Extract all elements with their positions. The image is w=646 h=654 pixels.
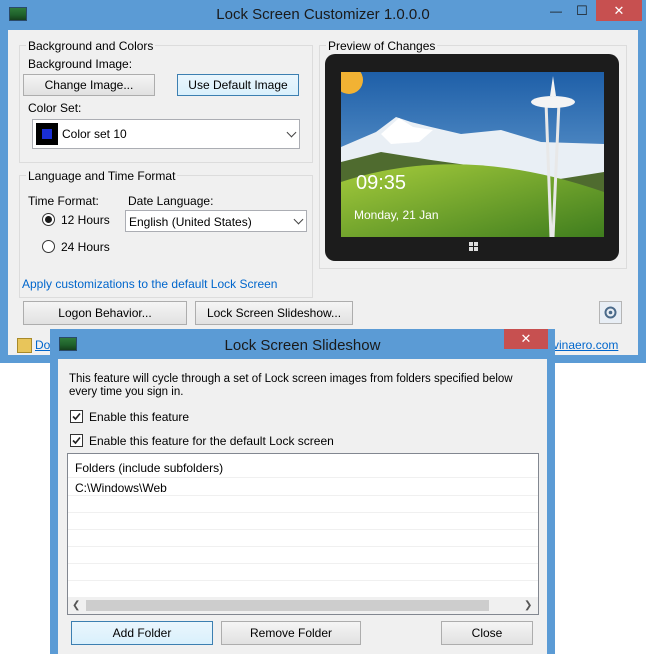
dialog-titlebar[interactable]: Lock Screen Slideshow ✕ — [50, 329, 555, 359]
row-divider — [68, 563, 538, 564]
windows-logo-icon — [469, 240, 478, 251]
color-set-swatch — [36, 123, 58, 145]
remove-folder-button[interactable]: Remove Folder — [221, 621, 361, 645]
main-window: Lock Screen Customizer 1.0.0.0 — ☐ ✕ Bac… — [0, 0, 646, 363]
folder-row[interactable]: C:\Windows\Web — [68, 478, 538, 495]
time-format-label: Time Format: — [28, 194, 99, 208]
scroll-right-icon[interactable]: ❯ — [524, 600, 532, 611]
row-divider — [68, 546, 538, 547]
radio-24-hours[interactable] — [42, 240, 55, 253]
footer-left-link[interactable]: Do — [35, 338, 50, 352]
row-divider — [68, 495, 538, 496]
dialog-client-area: This feature will cycle through a set of… — [58, 359, 547, 654]
logon-behavior-button[interactable]: Logon Behavior... — [23, 301, 187, 325]
add-folder-button[interactable]: Add Folder — [71, 621, 213, 645]
footer-right-link[interactable]: vinaero.com — [553, 338, 618, 352]
preview-date: Monday, 21 Jan — [354, 208, 439, 222]
main-client-area: Background and Colors Background Image: … — [8, 30, 638, 355]
apply-default-lockscreen-link[interactable]: Apply customizations to the default Lock… — [22, 277, 277, 291]
main-titlebar[interactable]: Lock Screen Customizer 1.0.0.0 — ☐ ✕ — [0, 0, 646, 30]
dialog-close-action-button[interactable]: Close — [441, 621, 533, 645]
preview-time: 09:35 — [356, 172, 407, 194]
horizontal-scrollbar[interactable]: ❮ ❯ — [68, 597, 538, 614]
color-set-dropdown[interactable]: Color set 10 — [32, 119, 300, 149]
footer-info-icon — [17, 338, 32, 353]
folder-path: C:\Windows\Web — [75, 481, 167, 495]
dialog-title: Lock Screen Slideshow — [224, 337, 381, 354]
preview-group-label: Preview of Changes — [326, 39, 438, 53]
row-divider — [68, 529, 538, 530]
scroll-left-icon[interactable]: ❮ — [72, 600, 80, 611]
date-language-value: English (United States) — [129, 215, 252, 229]
maximize-button[interactable]: ☐ — [570, 3, 594, 21]
row-divider — [68, 512, 538, 513]
chevron-down-icon — [286, 127, 297, 138]
scroll-thumb[interactable] — [86, 600, 489, 611]
enable-default-label[interactable]: Enable this feature for the default Lock… — [89, 434, 334, 448]
close-button[interactable]: ✕ — [596, 0, 642, 21]
slideshow-dialog: Lock Screen Slideshow ✕ This feature wil… — [50, 329, 555, 654]
use-default-image-button[interactable]: Use Default Image — [177, 74, 299, 96]
dialog-close-button[interactable]: ✕ — [504, 329, 548, 349]
date-language-label: Date Language: — [128, 194, 214, 208]
color-swatch-inner — [42, 129, 52, 139]
enable-default-checkbox[interactable] — [70, 434, 83, 447]
enable-feature-checkbox[interactable] — [70, 410, 83, 423]
minimize-button[interactable]: — — [543, 4, 569, 22]
radio-12-hours[interactable] — [42, 213, 55, 226]
folders-list-header: Folders (include subfolders) — [75, 461, 224, 475]
background-colors-group-label: Background and Colors — [26, 39, 156, 53]
enable-feature-label[interactable]: Enable this feature — [89, 410, 189, 424]
change-image-button[interactable]: Change Image... — [23, 74, 155, 96]
dialog-description: This feature will cycle through a set of… — [69, 373, 513, 398]
lock-screen-slideshow-button[interactable]: Lock Screen Slideshow... — [195, 301, 353, 325]
radio-12-hours-label[interactable]: 12 Hours — [61, 213, 110, 227]
language-time-group-label: Language and Time Format — [26, 169, 178, 183]
radio-24-hours-label[interactable]: 24 Hours — [61, 240, 110, 254]
settings-icon[interactable] — [599, 301, 622, 324]
background-image-label: Background Image: — [28, 57, 133, 71]
color-set-value: Color set 10 — [62, 127, 127, 141]
date-language-dropdown[interactable]: English (United States) — [125, 210, 307, 232]
chevron-down-icon — [293, 214, 304, 225]
folders-list[interactable]: Folders (include subfolders) C:\Windows\… — [67, 453, 539, 615]
row-divider — [68, 580, 538, 581]
color-set-label: Color Set: — [28, 101, 82, 115]
